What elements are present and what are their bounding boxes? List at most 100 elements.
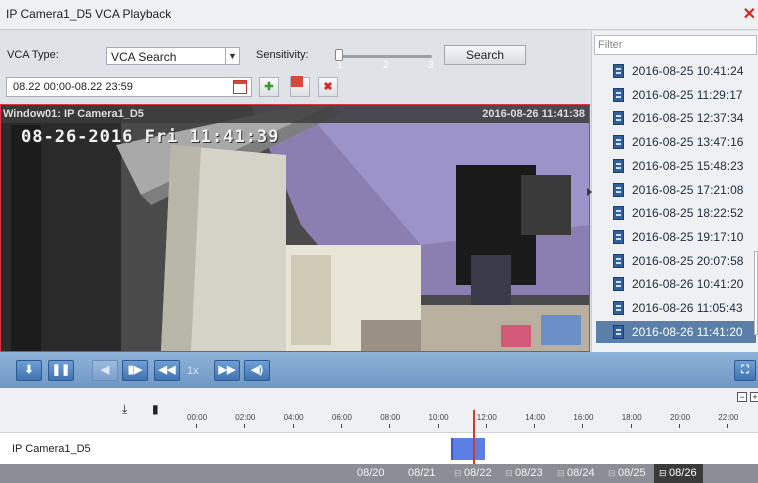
record-item[interactable]: 2016-08-25 10:41:24 xyxy=(596,60,756,82)
time-range-value: 08.22 00:00-08.22 23:59 xyxy=(13,81,133,93)
record-time: 2016-08-26 10:41:20 xyxy=(632,277,744,292)
pause-icon: ❚❚ xyxy=(51,364,71,376)
video-window[interactable]: Window01: IP Camera1_D5 2016-08-26 11:41… xyxy=(0,104,590,352)
hour-tick xyxy=(389,424,391,428)
pause-button[interactable]: ❚❚ xyxy=(48,360,74,381)
recording-segment[interactable] xyxy=(451,438,485,460)
reverse-button[interactable]: ◀ xyxy=(92,360,118,381)
clear-button[interactable]: ✖ xyxy=(318,77,338,97)
chevron-down-icon[interactable]: ▼ xyxy=(225,48,239,64)
date-item[interactable]: ⊟ 08/24 xyxy=(557,467,595,479)
fast-forward-icon: ▶▶ xyxy=(218,364,236,376)
sensitivity-label: Sensitivity: xyxy=(256,49,309,61)
hour-label: 02:00 xyxy=(235,413,256,422)
record-item[interactable]: 2016-08-25 13:47:16 xyxy=(596,131,756,153)
hour-tick xyxy=(534,424,536,428)
playback-speed: 1x xyxy=(187,365,199,377)
bookmark-icon[interactable]: ▮ xyxy=(152,402,159,416)
date-label: 08/25 xyxy=(618,467,646,479)
hour-tick xyxy=(630,424,632,428)
close-icon[interactable]: ✕ xyxy=(743,4,756,24)
add-icon: ✚ xyxy=(264,81,274,93)
speed-up-button[interactable]: ▶▶ xyxy=(214,360,240,381)
download-icon[interactable]: ⤓ xyxy=(122,402,127,417)
time-range-input[interactable]: 08.22 00:00-08.22 23:59 xyxy=(6,77,252,97)
vca-type-value: VCA Search xyxy=(111,50,177,64)
rewind-icon: ◀◀ xyxy=(158,364,176,376)
hour-tick xyxy=(292,424,294,428)
sensitivity-slider-track[interactable] xyxy=(338,55,432,58)
speaker-icon: ◀) xyxy=(250,364,264,376)
record-time: 2016-08-25 18:22:52 xyxy=(632,206,744,221)
window-name: Window01: IP Camera1_D5 xyxy=(3,108,144,120)
hour-label: 06:00 xyxy=(331,413,352,422)
record-item[interactable]: 2016-08-25 11:29:17 xyxy=(596,84,756,106)
hour-label: 10:00 xyxy=(428,413,449,422)
date-label: 08/22 xyxy=(464,467,492,479)
draw-area-button[interactable] xyxy=(290,76,310,97)
record-time: 2016-08-25 13:47:16 xyxy=(632,135,744,150)
audio-button[interactable]: ◀) xyxy=(244,360,270,381)
single-frame-button[interactable]: ▮▶ xyxy=(122,360,148,381)
date-item[interactable]: 08/21 xyxy=(408,467,436,479)
playback-toolbar: ⬇ ❚❚ ◀ ▮▶ ◀◀ 1x ▶▶ ◀) ⛶ xyxy=(0,352,758,388)
record-item[interactable]: 2016-08-25 19:17:10 xyxy=(596,226,756,248)
date-bar: 08/20 08/21 ⊟ 08/22 ⊟ 08/23 ⊟ 08/24 ⊟ 08/25 ⊟ … xyxy=(0,464,758,483)
hour-tick xyxy=(437,424,439,428)
fullscreen-button[interactable]: ⛶ xyxy=(734,360,756,381)
date-item[interactable]: ⊟ 08/23 xyxy=(505,467,543,479)
record-item[interactable]: 2016-08-26 11:05:43 xyxy=(596,297,756,319)
hour-tick xyxy=(582,424,584,428)
hour-tick xyxy=(727,424,729,428)
file-icon xyxy=(613,64,624,78)
calendar-icon[interactable] xyxy=(233,80,247,94)
hour-label: 04:00 xyxy=(283,413,304,422)
slow-down-button[interactable]: ◀◀ xyxy=(154,360,180,381)
record-item[interactable]: 2016-08-25 17:21:08 xyxy=(596,179,756,201)
hour-label: 12:00 xyxy=(476,413,497,422)
collapse-arrow-icon[interactable] xyxy=(587,188,592,196)
file-icon xyxy=(613,135,624,150)
file-icon xyxy=(613,301,624,315)
record-icon: ⊟ xyxy=(557,468,568,478)
record-item[interactable]: 2016-08-26 10:41:20 xyxy=(596,273,756,295)
date-item[interactable]: 08/20 xyxy=(357,467,385,479)
filter-input[interactable]: Filter xyxy=(594,35,757,55)
timeline[interactable]: ⤓ ▮ 00:00 02:00 04:00 06:00 08:00 10:00 12:00 1… xyxy=(0,388,758,464)
zoom-in-button[interactable]: + xyxy=(750,392,758,402)
record-item[interactable]: 2016-08-26 11:41:20 xyxy=(596,320,756,343)
time-cursor[interactable] xyxy=(473,410,475,464)
add-period-button[interactable]: ✚ xyxy=(259,77,279,97)
record-item[interactable]: 2016-08-25 15:48:23 xyxy=(596,155,756,177)
hour-label: 22:00 xyxy=(718,413,739,422)
hour-label: 08:00 xyxy=(380,413,401,422)
scrollbar[interactable] xyxy=(754,251,758,335)
sensitivity-tick: 3 xyxy=(428,60,434,71)
record-item[interactable]: 2016-08-25 18:22:52 xyxy=(596,202,756,224)
date-item[interactable]: ⊟ 08/25 xyxy=(608,467,646,479)
hour-tick xyxy=(485,424,487,428)
date-label: 08/20 xyxy=(357,467,385,479)
record-time: 2016-08-25 10:41:24 xyxy=(632,64,744,78)
record-item[interactable]: 2016-08-25 12:37:34 xyxy=(596,107,756,129)
date-label: 08/24 xyxy=(567,467,595,479)
date-item[interactable]: ⊟ 08/26 xyxy=(654,464,703,483)
file-icon xyxy=(613,182,624,197)
date-item[interactable]: ⊟ 08/22 xyxy=(454,467,492,479)
search-button[interactable]: Search xyxy=(444,45,526,65)
capture-button[interactable]: ⬇ xyxy=(16,360,42,381)
record-time: 2016-08-25 12:37:34 xyxy=(632,111,744,126)
record-item[interactable]: 2016-08-25 20:07:58 xyxy=(596,250,756,272)
vca-type-label: VCA Type: xyxy=(7,49,59,61)
vca-type-select[interactable]: VCA Search ▼ xyxy=(106,47,240,65)
zoom-out-button[interactable]: − xyxy=(737,392,747,402)
title-bar: IP Camera1_D5 VCA Playback ✕ xyxy=(0,0,758,30)
delete-icon: ✖ xyxy=(323,81,333,93)
file-icon xyxy=(613,87,624,102)
sensitivity-tick: 1 xyxy=(337,60,343,71)
hour-label: 14:00 xyxy=(525,413,546,422)
camera-track[interactable]: IP Camera1_D5 xyxy=(0,432,758,464)
record-icon: ⊟ xyxy=(608,468,619,478)
hour-label: 16:00 xyxy=(573,413,594,422)
search-controls: VCA Type: VCA Search ▼ Sensitivity: 1 2 … xyxy=(0,31,590,103)
